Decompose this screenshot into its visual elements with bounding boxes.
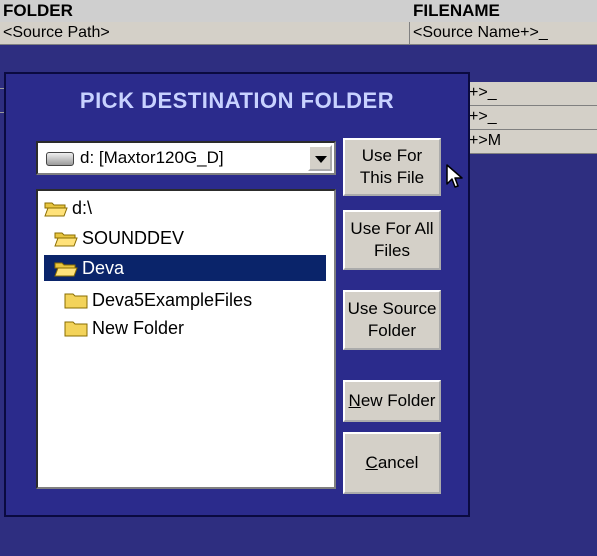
drive-select-value: d: [Maxtor120G_D] (80, 148, 224, 167)
drive-select[interactable]: d: [Maxtor120G_D] (36, 141, 336, 175)
chevron-down-icon (315, 156, 327, 163)
tree-item-deva[interactable]: Deva (44, 255, 326, 281)
open-folder-icon (44, 202, 68, 217)
new-folder-button[interactable]: New Folder (343, 380, 441, 422)
folder-icon (64, 293, 88, 309)
button-label-line: This File (359, 168, 425, 187)
button-label-rest: ancel (377, 453, 419, 472)
button-label-line: Folder (367, 321, 417, 340)
button-label-rest: ew Folder (360, 391, 436, 410)
hard-drive-icon (46, 152, 74, 166)
use-source-folder-button[interactable]: Use Source Folder (343, 290, 441, 350)
pick-destination-folder-dialog: PICK DESTINATION FOLDER d: [Maxtor120G_D… (4, 72, 470, 517)
button-label: Cancel (366, 452, 419, 474)
tree-item-label: New Folder (92, 318, 185, 338)
use-for-this-file-button[interactable]: Use For This File (343, 138, 441, 196)
column-header-folder[interactable]: FOLDER (3, 0, 73, 22)
accelerator-key: N (348, 391, 361, 410)
button-label-line: Files (374, 241, 410, 260)
use-for-all-files-button[interactable]: Use For All Files (343, 210, 441, 270)
tree-item-label: Deva (82, 258, 125, 278)
table-row[interactable]: <Source Path> <Source Name+>_ (0, 22, 597, 45)
dialog-title: PICK DESTINATION FOLDER (79, 88, 395, 113)
accelerator-key: C (365, 453, 378, 472)
button-label-line: Use For All (350, 219, 434, 238)
column-header-filename[interactable]: FILENAME (413, 0, 500, 22)
folder-icon (64, 321, 88, 337)
tree-item-label: SOUNDDEV (82, 228, 185, 248)
mouse-pointer-icon (446, 164, 463, 188)
filename-cell[interactable]: <Source Name+>_ (410, 22, 597, 44)
grid-header: FOLDER FILENAME (0, 0, 597, 22)
tree-item-label: d:\ (72, 198, 93, 218)
open-folder-icon (54, 232, 78, 247)
drive-dropdown-button[interactable] (308, 145, 332, 171)
open-folder-icon (54, 262, 78, 277)
folder-tree[interactable]: d:\ SOUNDDEV Deva Deva5ExampleFiles New … (36, 189, 336, 489)
button-label: New Folder (349, 390, 436, 412)
button-label-line: Use For (361, 146, 423, 165)
button-label-line: Use Source (347, 299, 437, 318)
folder-cell[interactable]: <Source Path> (0, 22, 410, 44)
tree-item-label: Deva5ExampleFiles (92, 290, 253, 310)
cancel-button[interactable]: Cancel (343, 432, 441, 494)
